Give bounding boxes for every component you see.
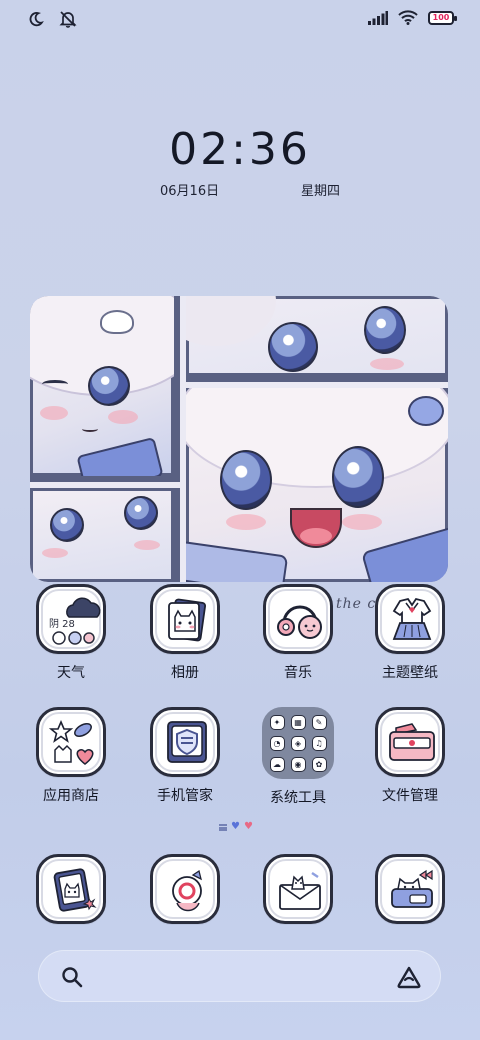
moon-icon bbox=[29, 12, 44, 27]
app-themes[interactable]: 主题壁纸 bbox=[360, 584, 460, 682]
battery-icon: 100 bbox=[428, 10, 457, 25]
app-store[interactable]: 应用商店 bbox=[21, 707, 121, 805]
search-icon[interactable] bbox=[61, 966, 83, 988]
dock-camera[interactable] bbox=[360, 854, 460, 924]
mute-icon bbox=[59, 11, 77, 28]
messages-icon bbox=[150, 854, 220, 924]
weather-icon: 阴 28 bbox=[36, 584, 106, 654]
comic-panel-smiling-girl bbox=[186, 388, 448, 582]
folder-mini-icon: ◔ bbox=[269, 735, 285, 751]
folder-mini-icon: ◉ bbox=[290, 756, 306, 772]
status-bar: 100 bbox=[0, 0, 480, 40]
gallery-icon bbox=[150, 584, 220, 654]
folder-mini-icon: ✿ bbox=[311, 756, 327, 772]
weather-badge: 阴 28 bbox=[49, 619, 75, 630]
system-tools-folder-icon: ✦ ▦ ✎ ◔ ◈ ♫ ☁ ◉ ✿ bbox=[262, 707, 334, 779]
app-label: 文件管理 bbox=[382, 788, 438, 804]
security-icon bbox=[150, 707, 220, 777]
app-label: 手机管家 bbox=[157, 788, 213, 804]
mail-icon bbox=[263, 854, 333, 924]
dock-messages[interactable] bbox=[135, 854, 235, 924]
dock-mail[interactable] bbox=[248, 854, 348, 924]
folder-mini-icon: ☁ bbox=[269, 756, 285, 772]
wifi-icon bbox=[398, 10, 418, 25]
app-file-manager[interactable]: 文件管理 bbox=[360, 707, 460, 805]
folder-mini-icon: ▦ bbox=[290, 714, 306, 730]
app-music[interactable]: 音乐 bbox=[248, 584, 348, 682]
battery-level: 100 bbox=[432, 12, 450, 22]
lock-clock-time[interactable]: 02:36 bbox=[0, 124, 480, 175]
clock-weekday: 星期四 bbox=[300, 184, 340, 199]
app-security[interactable]: 手机管家 bbox=[135, 707, 235, 805]
app-gallery[interactable]: 相册 bbox=[135, 584, 235, 682]
app-label: 系统工具 bbox=[270, 790, 326, 806]
music-icon bbox=[263, 584, 333, 654]
app-weather[interactable]: 阴 28 天气 bbox=[21, 584, 121, 682]
camera-icon bbox=[375, 854, 445, 924]
comic-panel-eyes-closeup bbox=[186, 296, 448, 382]
comic-panel-winking-girl bbox=[30, 296, 180, 482]
themes-icon bbox=[375, 584, 445, 654]
file-manager-icon bbox=[375, 707, 445, 777]
signal-icon bbox=[368, 10, 388, 25]
page-indicator[interactable]: ♥ ♥ bbox=[219, 822, 253, 832]
clock-date-row: 06月16日 星期四 bbox=[160, 180, 340, 199]
comic-panel-sleepy-girl bbox=[30, 488, 180, 582]
app-label: 天气 bbox=[57, 665, 85, 681]
app-label: 应用商店 bbox=[43, 788, 99, 804]
page-dot-lines bbox=[219, 823, 227, 831]
page-dot-heart-current: ♥ bbox=[231, 821, 240, 832]
app-label: 主题壁纸 bbox=[382, 665, 438, 681]
folder-mini-icon: ◈ bbox=[290, 735, 306, 751]
folder-mini-icon: ✎ bbox=[311, 714, 327, 730]
phone-icon bbox=[36, 854, 106, 924]
assistant-icon[interactable] bbox=[396, 965, 422, 989]
app-system-tools-folder[interactable]: ✦ ▦ ✎ ◔ ◈ ♫ ☁ ◉ ✿ 系统工具 bbox=[248, 707, 348, 807]
anime-photo-widget[interactable] bbox=[30, 296, 448, 582]
app-store-icon bbox=[36, 707, 106, 777]
app-label: 相册 bbox=[171, 665, 199, 681]
app-label: 音乐 bbox=[284, 665, 312, 681]
clock-date: 06月16日 bbox=[160, 184, 220, 199]
page-dot-heart: ♥ bbox=[243, 821, 253, 832]
folder-mini-icon: ♫ bbox=[311, 735, 327, 751]
dock-phone[interactable] bbox=[21, 854, 121, 924]
search-bar[interactable] bbox=[38, 950, 441, 1002]
folder-mini-icon: ✦ bbox=[269, 714, 285, 730]
